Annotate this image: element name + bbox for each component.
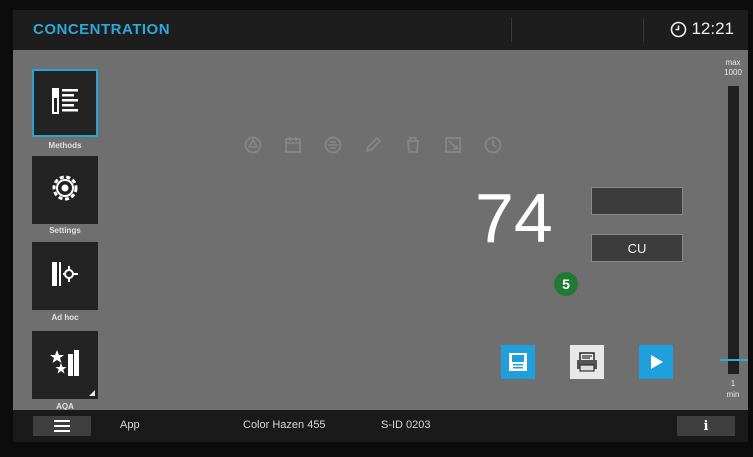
scale-level-marker [720,358,748,361]
sidebar-item-methods[interactable] [32,69,98,137]
page-title: CONCENTRATION [33,21,171,38]
sidebar-item-label: Methods [48,141,82,150]
resize-icon [445,137,461,153]
corner-indicator [89,390,95,396]
start-button[interactable] [639,345,673,379]
clock-icon [484,136,502,154]
methods-icon [48,84,82,123]
floppy-icon [509,353,527,371]
bottle-icon [407,137,419,153]
settings-gear-icon [50,173,80,208]
header-divider [643,18,644,42]
pencil-icon [365,136,382,153]
unit-button[interactable]: CU [591,234,683,262]
footer-app-label: App [120,419,140,431]
sidebar-item-ad-hoc[interactable] [32,242,98,310]
sidebar-item-label: Ad hoc [51,313,79,322]
sidebar-item-settings[interactable] [32,156,98,224]
scale-max-label: max 1000 [718,58,748,78]
instrument-screen: CONCENTRATION 12:21 Methods Settings Ad … [13,10,748,442]
clock-icon [670,21,687,38]
aqa-stars-icon [48,346,82,385]
scale-min-value: 1 [730,379,736,388]
info-button[interactable]: i [677,416,735,436]
empty-field-box[interactable] [591,187,683,215]
scale-track [728,86,739,374]
header-bar: CONCENTRATION 12:21 [13,10,748,50]
clock-time: 12:21 [691,19,734,38]
save-button[interactable] [501,345,535,379]
footer-method-label: Color Hazen 455 [243,419,326,431]
print-button[interactable] [570,345,604,379]
play-icon [651,355,663,369]
clock: 12:21 [670,19,734,39]
printer-icon [577,352,597,372]
sidebar-item-aqa[interactable] [32,331,98,399]
scale-min-text: min [726,390,740,399]
step-badge: 5 [554,272,578,296]
scale-min-label: 1 min [718,378,748,400]
status-icon-row [243,135,503,155]
header-divider [511,18,512,42]
footer-sample-id: S-ID 0203 [381,419,431,431]
scale-max-value: 1000 [724,68,742,77]
ad-hoc-icon [49,258,81,295]
menu-button[interactable] [33,416,91,436]
chart-icon [324,136,342,154]
scale-max-text: max [725,58,741,67]
measurement-value: 74 [475,179,553,257]
sidebar-item-label: Settings [49,226,81,235]
hamburger-icon [54,420,70,432]
footer-bar: App Color Hazen 455 S-ID 0203 i [13,410,748,442]
recycle-icon [244,136,262,154]
calendar-icon [285,137,301,153]
